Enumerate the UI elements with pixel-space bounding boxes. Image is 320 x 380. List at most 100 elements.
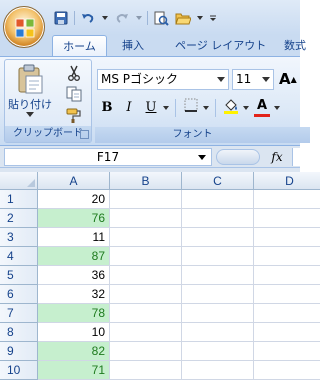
grid-cell[interactable] (110, 209, 182, 228)
undo-dropdown-icon[interactable] (101, 9, 109, 27)
font-name-dropdown-icon[interactable] (217, 77, 225, 82)
open-folder-icon[interactable] (174, 9, 192, 27)
row-header[interactable]: 9 (0, 342, 38, 361)
font-group-label: フォント (95, 127, 310, 143)
grid-cell[interactable] (254, 361, 320, 380)
grid-cell[interactable]: 36 (38, 266, 110, 285)
column-header-a[interactable]: A (38, 172, 110, 190)
grid-cell[interactable] (110, 285, 182, 304)
grid-cell[interactable] (110, 247, 182, 266)
cut-button[interactable] (61, 63, 87, 83)
grid-cell[interactable] (182, 342, 254, 361)
grid-cell[interactable]: 82 (38, 342, 110, 361)
row-header[interactable]: 2 (0, 209, 38, 228)
redo-dropdown-icon[interactable] (135, 9, 143, 27)
clipboard-dialog-launcher-icon[interactable] (80, 130, 89, 139)
grid-cell[interactable]: 87 (38, 247, 110, 266)
grid-cell[interactable] (182, 247, 254, 266)
undo-icon[interactable] (79, 9, 97, 27)
row-header[interactable]: 4 (0, 247, 38, 266)
select-all-corner[interactable] (0, 172, 38, 190)
grid-cell[interactable] (110, 266, 182, 285)
tab-page-layout[interactable]: ページ レイアウト (175, 35, 266, 57)
name-box[interactable]: F17 (4, 148, 212, 166)
underline-dropdown-icon[interactable] (163, 98, 170, 118)
grid-cell[interactable]: 32 (38, 285, 110, 304)
underline-button[interactable]: U (141, 98, 161, 118)
column-header-b[interactable]: B (110, 172, 182, 190)
grid-cell[interactable]: 11 (38, 228, 110, 247)
copy-icon (66, 86, 82, 102)
font-color-dropdown-icon[interactable] (274, 98, 281, 118)
grid-cell[interactable] (254, 266, 320, 285)
grid-cell[interactable]: 71 (38, 361, 110, 380)
grid-cell[interactable] (110, 323, 182, 342)
column-header-c[interactable]: C (182, 172, 254, 190)
grid-cell[interactable] (182, 323, 254, 342)
grow-font-button[interactable]: A▲ (279, 69, 301, 90)
paste-button[interactable]: 貼り付け (7, 62, 53, 124)
insert-function-button[interactable]: fx (266, 149, 288, 165)
tab-insert[interactable]: 挿入 (122, 35, 144, 57)
row-header[interactable]: 7 (0, 304, 38, 323)
grid-cell[interactable] (110, 190, 182, 209)
grid-cell[interactable] (110, 361, 182, 380)
font-color-button[interactable]: A (252, 98, 272, 118)
redo-icon[interactable] (113, 9, 131, 27)
column-header-d[interactable]: D (254, 172, 320, 190)
grid-cell[interactable]: 20 (38, 190, 110, 209)
save-icon[interactable] (52, 9, 70, 27)
grid-cell[interactable] (182, 266, 254, 285)
fill-color-button[interactable] (221, 98, 241, 118)
grid-cell[interactable] (182, 228, 254, 247)
format-divider (175, 99, 176, 117)
open-dropdown-icon[interactable] (196, 9, 204, 27)
format-painter-icon (66, 108, 81, 123)
italic-button[interactable]: I (119, 98, 139, 118)
grid-cell[interactable]: 10 (38, 323, 110, 342)
grid-cell[interactable] (110, 304, 182, 323)
office-button[interactable] (3, 6, 45, 48)
customize-qat-icon[interactable] (208, 9, 218, 27)
tab-home[interactable]: ホーム (52, 35, 107, 57)
grid-cell[interactable] (110, 342, 182, 361)
grid-cell[interactable] (254, 247, 320, 266)
copy-button[interactable] (61, 84, 87, 104)
row-header[interactable]: 8 (0, 323, 38, 342)
borders-button[interactable] (181, 98, 201, 118)
grid-cell[interactable] (254, 304, 320, 323)
row-header[interactable]: 10 (0, 361, 38, 380)
grid-cell[interactable] (254, 323, 320, 342)
font-name-select[interactable]: MS Pゴシック (97, 69, 229, 90)
formula-input[interactable] (292, 148, 300, 166)
font-size-dropdown-icon[interactable] (262, 77, 270, 82)
bold-button[interactable]: B (97, 98, 117, 118)
grid-cell[interactable] (254, 190, 320, 209)
worksheet-grid[interactable]: A B C D 12027631148753663277881098210711… (0, 172, 320, 380)
row-header[interactable]: 5 (0, 266, 38, 285)
grid-cell[interactable] (254, 228, 320, 247)
grid-cell[interactable] (254, 285, 320, 304)
grid-cell[interactable]: 76 (38, 209, 110, 228)
grid-cell[interactable] (254, 342, 320, 361)
row-header[interactable]: 1 (0, 190, 38, 209)
grid-cell[interactable] (182, 285, 254, 304)
fill-color-dropdown-icon[interactable] (243, 98, 250, 118)
grid-cell[interactable] (182, 209, 254, 228)
grid-cell[interactable] (182, 361, 254, 380)
grid-cell[interactable] (254, 209, 320, 228)
tab-formulas[interactable]: 数式 (284, 35, 306, 57)
grid-cell[interactable] (110, 228, 182, 247)
grid-cell[interactable] (182, 304, 254, 323)
borders-dropdown-icon[interactable] (203, 98, 210, 118)
formula-bar-splitter[interactable] (216, 149, 260, 165)
row-header[interactable]: 6 (0, 285, 38, 304)
paste-dropdown-icon[interactable] (26, 112, 34, 117)
grid-cell[interactable] (182, 190, 254, 209)
format-painter-button[interactable] (61, 105, 87, 125)
grid-cell[interactable]: 78 (38, 304, 110, 323)
row-header[interactable]: 3 (0, 228, 38, 247)
font-size-select[interactable]: 11 (232, 69, 274, 90)
print-preview-icon[interactable] (152, 9, 170, 27)
name-box-dropdown-icon[interactable] (198, 155, 206, 160)
